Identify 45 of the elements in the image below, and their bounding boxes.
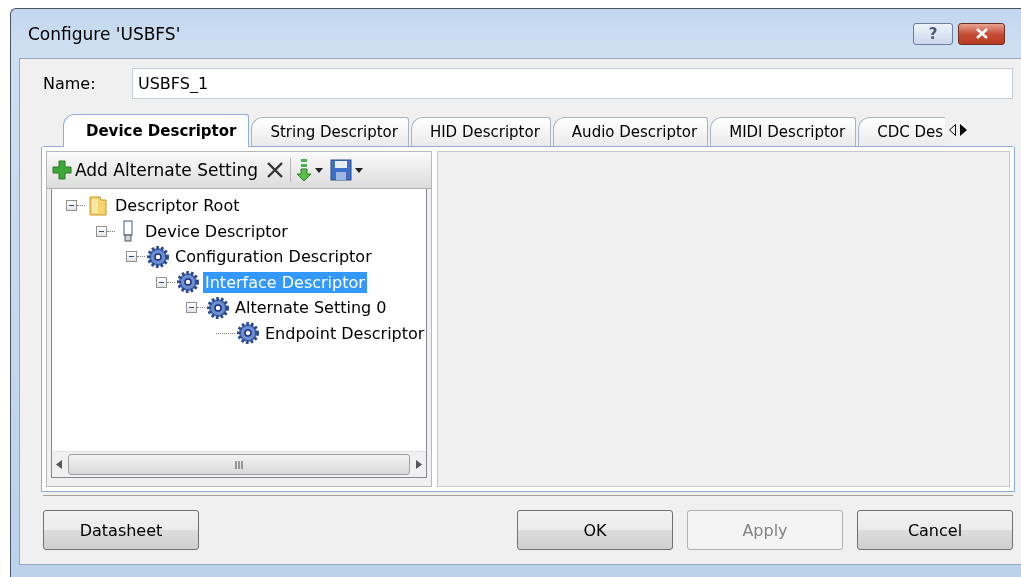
horizontal-scrollbar[interactable] (52, 451, 426, 477)
folder-icon (88, 194, 108, 217)
window-title: Configure 'USBFS' (28, 23, 182, 44)
gear-icon (206, 295, 230, 320)
tab[interactable]: MIDI Descriptor (710, 117, 857, 146)
dialog-button[interactable]: OK (517, 510, 673, 550)
help-button[interactable]: ? (913, 22, 953, 45)
gear-icon (146, 244, 170, 269)
tree-item[interactable]: Descriptor Root (113, 195, 242, 217)
tab-scroll-left-icon[interactable] (949, 123, 957, 136)
tab[interactable]: Device Descriptor (63, 114, 250, 147)
caret-icon (315, 167, 324, 173)
tab[interactable]: CDC Des (858, 117, 946, 146)
tree-item[interactable]: Endpoint Descriptor (263, 322, 426, 344)
plus-icon (52, 160, 72, 180)
collapse-toggle[interactable] (126, 251, 137, 263)
dialog-button[interactable]: Datasheet (43, 510, 199, 550)
scrollbar-thumb[interactable] (68, 454, 410, 475)
gear-icon (176, 270, 200, 295)
down-arrow-icon (296, 158, 313, 182)
name-label: Name: (43, 74, 97, 93)
scroll-left-icon (56, 460, 62, 469)
gear-icon (236, 321, 260, 346)
save-button[interactable] (328, 157, 366, 183)
tab[interactable]: String Descriptor (251, 117, 409, 146)
collapse-toggle[interactable] (96, 225, 107, 237)
collapse-toggle[interactable] (156, 276, 167, 288)
tree-item[interactable]: Configuration Descriptor (173, 246, 374, 268)
tab-scroll-right-icon[interactable] (960, 123, 968, 136)
tab[interactable]: HID Descriptor (410, 117, 551, 146)
tab[interactable]: Audio Descriptor (552, 117, 709, 146)
caret-icon (355, 167, 364, 173)
collapse-toggle[interactable] (186, 302, 197, 314)
dialog-button[interactable]: Cancel (857, 510, 1013, 550)
grip-icon (234, 460, 244, 469)
tree-item[interactable]: Alternate Setting 0 (233, 297, 389, 319)
scroll-right-icon (416, 460, 422, 469)
close-icon (974, 28, 989, 39)
name-field[interactable]: USBFS_1 (132, 68, 1013, 99)
collapse-toggle[interactable] (66, 200, 77, 212)
import-button[interactable] (294, 156, 326, 184)
tree-item[interactable]: Device Descriptor (143, 220, 290, 242)
delete-icon (265, 160, 286, 180)
usb-stick-icon (122, 220, 134, 243)
close-button[interactable] (958, 22, 1005, 45)
